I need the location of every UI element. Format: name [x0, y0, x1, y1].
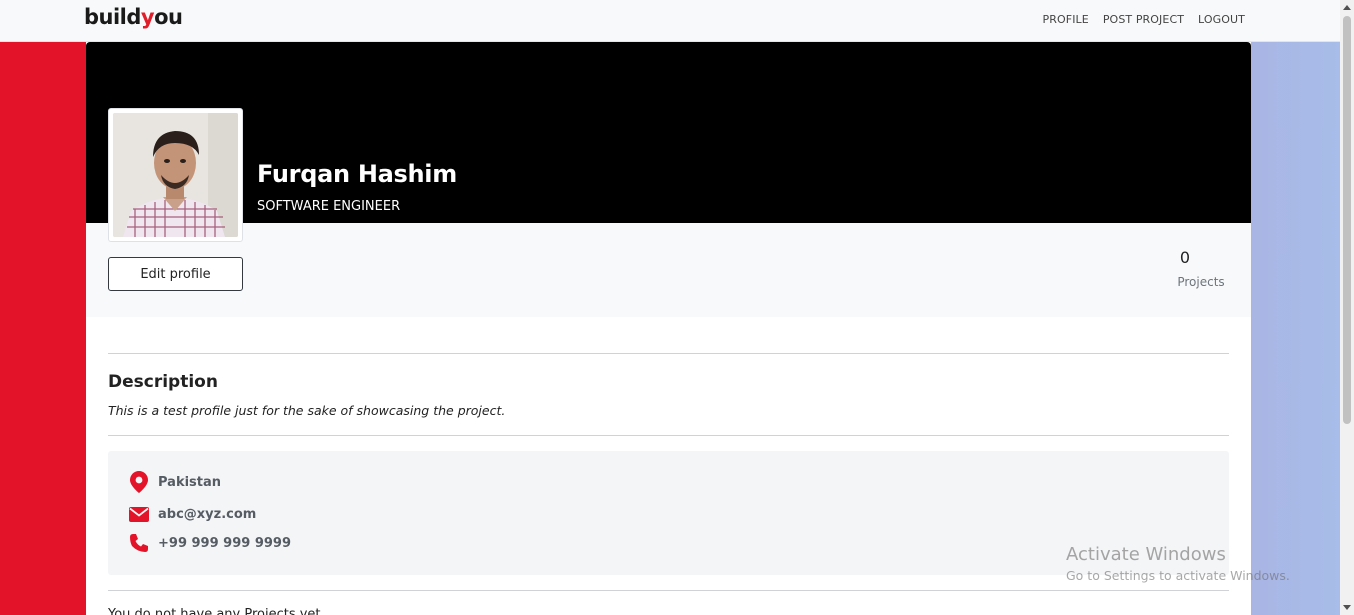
- right-background-band: [1250, 42, 1340, 615]
- avatar-portrait-icon: [113, 113, 238, 237]
- profile-role: SOFTWARE ENGINEER: [257, 199, 401, 214]
- activate-windows-watermark: Activate Windows Go to Settings to activ…: [1066, 544, 1290, 583]
- watermark-subtitle: Go to Settings to activate Windows.: [1066, 568, 1290, 583]
- divider: [108, 435, 1229, 436]
- description-heading: Description: [108, 372, 218, 392]
- projects-count: 0: [1179, 248, 1191, 267]
- brand-logo[interactable]: buildyou: [84, 5, 183, 29]
- profile-stats-band: [86, 223, 1251, 317]
- contact-phone[interactable]: +99 999 999 9999: [158, 536, 291, 551]
- avatar: [108, 108, 243, 242]
- description-text: This is a test profile just for the sake…: [108, 403, 506, 418]
- scrollbar-thumb[interactable]: [1343, 16, 1351, 424]
- divider: [108, 353, 1229, 354]
- location-pin-icon: [128, 471, 150, 493]
- profile-cover: [86, 42, 1251, 223]
- contact-info-box: Pakistan abc@xyz.com +99 999 999 9999: [108, 451, 1229, 575]
- brand-text-accent: y: [140, 5, 155, 29]
- avatar-photo: [113, 113, 238, 237]
- profile-name: Furqan Hashim: [257, 160, 457, 188]
- brand-text-suffix: ou: [154, 5, 183, 29]
- watermark-title: Activate Windows: [1066, 544, 1226, 565]
- phone-icon: [128, 532, 150, 554]
- no-projects-message: You do not have any Projects yet.: [108, 607, 325, 615]
- projects-label: Projects: [1177, 275, 1225, 289]
- brand-text-prefix: build: [84, 5, 141, 29]
- contact-email[interactable]: abc@xyz.com: [158, 507, 256, 522]
- left-background-band: [0, 42, 86, 615]
- page-scrollbar[interactable]: [1340, 0, 1354, 615]
- navbar: buildyou PROFILE POST PROJECT LOGOUT: [0, 0, 1340, 42]
- scroll-up-arrow-icon[interactable]: [1343, 5, 1351, 10]
- contact-location-row: Pakistan: [128, 471, 221, 493]
- edit-profile-button[interactable]: Edit profile: [108, 257, 243, 291]
- nav-links: PROFILE POST PROJECT LOGOUT: [1043, 13, 1245, 26]
- envelope-icon: [128, 503, 150, 525]
- contact-phone-row: +99 999 999 9999: [128, 532, 291, 554]
- nav-profile-link[interactable]: PROFILE: [1043, 13, 1089, 26]
- nav-post-project-link[interactable]: POST PROJECT: [1103, 13, 1184, 26]
- scroll-down-arrow-icon[interactable]: [1343, 605, 1351, 610]
- profile-card: Furqan Hashim SOFTWARE ENGINEER Edit pro…: [86, 42, 1251, 615]
- contact-location: Pakistan: [158, 474, 222, 490]
- nav-logout-link[interactable]: LOGOUT: [1198, 13, 1245, 26]
- contact-email-row: abc@xyz.com: [128, 503, 256, 525]
- divider: [108, 590, 1229, 591]
